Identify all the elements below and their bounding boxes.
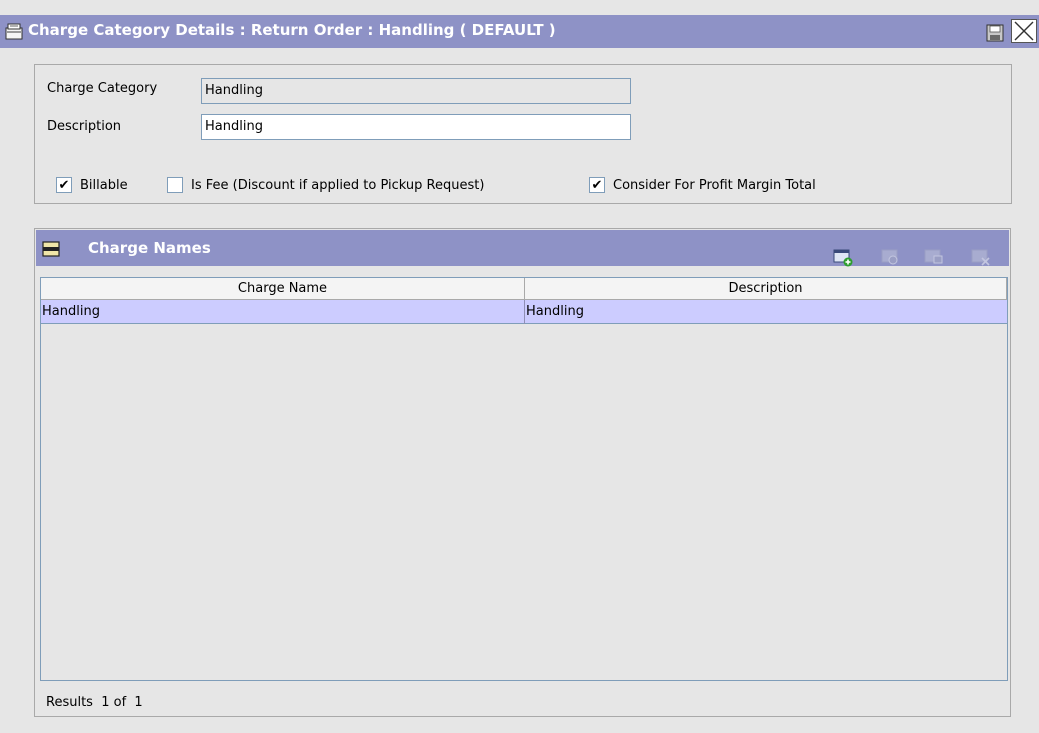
charge-names-header: Charge Names <box>36 230 1009 267</box>
billable-checkbox[interactable]: ✔ Billable <box>56 177 128 193</box>
is-fee-checkbox[interactable]: Is Fee (Discount if applied to Pickup Re… <box>167 177 484 193</box>
column-header-charge-name[interactable]: Charge Name <box>41 278 525 300</box>
add-icon[interactable] <box>833 247 853 267</box>
results-count: Results 1 of 1 <box>46 695 143 710</box>
profit-margin-check-mark[interactable]: ✔ <box>589 177 605 193</box>
charge-category-field: Handling <box>201 78 631 104</box>
table-header: Charge Name Description <box>41 278 1007 300</box>
close-icon <box>1014 21 1034 41</box>
billable-label: Billable <box>80 177 128 193</box>
charge-category-label: Charge Category <box>47 81 158 96</box>
folder-open-icon <box>5 23 23 40</box>
charge-names-title: Charge Names <box>88 239 211 257</box>
is-fee-check-box[interactable] <box>167 177 183 193</box>
cell-charge-name: Handling <box>41 300 525 324</box>
edit-icon[interactable] <box>924 247 944 267</box>
description-label: Description <box>47 119 122 134</box>
charge-names-table: Charge Name Description Handling Handlin… <box>40 277 1008 681</box>
charge-names-panel: Charge Names Charge Name Description Han… <box>34 228 1011 717</box>
panel-collapse-icon[interactable] <box>42 241 60 257</box>
close-button[interactable] <box>1011 19 1037 43</box>
billable-check-mark[interactable]: ✔ <box>56 177 72 193</box>
charge-category-details-window: Charge Category Details : Return Order :… <box>0 0 1039 733</box>
title-bar: Charge Category Details : Return Order :… <box>0 15 1039 48</box>
table-row[interactable]: Handling Handling <box>41 300 1007 324</box>
cell-description: Handling <box>526 304 584 319</box>
window-title: Charge Category Details : Return Order :… <box>28 21 556 39</box>
delete-icon[interactable] <box>971 247 991 267</box>
save-icon[interactable] <box>986 24 1004 42</box>
is-fee-label: Is Fee (Discount if applied to Pickup Re… <box>191 177 485 193</box>
description-field[interactable]: Handling <box>201 114 631 140</box>
view-details-icon[interactable] <box>881 247 901 267</box>
profit-margin-checkbox[interactable]: ✔ Consider For Profit Margin Total <box>589 177 816 193</box>
column-header-description[interactable]: Description <box>525 278 1007 300</box>
profit-margin-label: Consider For Profit Margin Total <box>613 177 816 193</box>
